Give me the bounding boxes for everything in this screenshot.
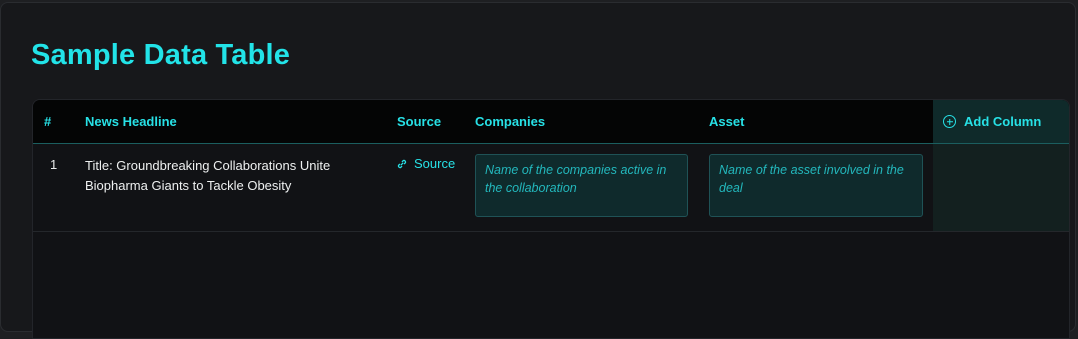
plus-circle-icon bbox=[943, 115, 956, 128]
data-table: # News Headline Source Companies Asset A… bbox=[32, 99, 1070, 339]
column-header-companies[interactable]: Companies bbox=[475, 100, 545, 143]
add-column-label: Add Column bbox=[964, 114, 1042, 129]
row-number: 1 bbox=[50, 157, 58, 172]
column-header-source[interactable]: Source bbox=[397, 100, 441, 143]
headline-cell: Title: Groundbreaking Collaborations Uni… bbox=[85, 158, 331, 193]
page-title: Sample Data Table bbox=[31, 39, 291, 71]
link-icon bbox=[397, 159, 407, 168]
table-row: 1 Title: Groundbreaking Collaborations U… bbox=[33, 144, 1069, 232]
column-header-number: # bbox=[44, 114, 52, 129]
source-link-label: Source bbox=[414, 156, 456, 171]
companies-input[interactable]: Name of the companies active in the coll… bbox=[475, 154, 688, 217]
column-header-asset[interactable]: Asset bbox=[709, 100, 744, 143]
asset-input[interactable]: Name of the asset involved in the deal bbox=[709, 154, 923, 217]
column-header-news-headline[interactable]: News Headline bbox=[85, 100, 177, 143]
table-header-row: # News Headline Source Companies Asset A… bbox=[33, 100, 1069, 144]
add-column-cell bbox=[933, 144, 1069, 231]
source-link[interactable]: Source bbox=[397, 156, 455, 171]
add-column-button[interactable]: Add Column bbox=[933, 100, 1069, 143]
main-panel: Sample Data Table # News Headline Source… bbox=[0, 2, 1076, 339]
